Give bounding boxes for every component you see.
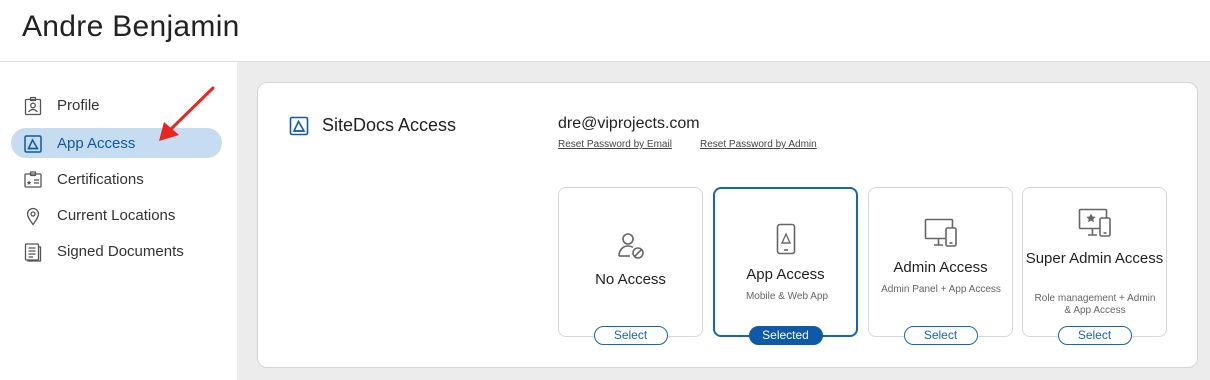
sidebar-item-label: Current Locations [57,207,176,224]
certificate-icon [23,170,43,190]
access-option-admin-access[interactable]: Admin Access Admin Panel + App Access Se… [868,187,1013,345]
access-option-app-access[interactable]: App Access Mobile & Web App Selected [713,187,858,345]
sidebar-item-label: Certifications [57,171,144,188]
select-no-access-button[interactable]: Select [593,326,668,345]
sidebar-item-label: App Access [57,135,136,152]
option-subtitle: Role management + Admin & App Access [1034,293,1156,316]
option-title: Admin Access [893,259,988,276]
main-content: SiteDocs Access dre@viprojects.com Reset… [237,62,1210,380]
sidebar-item-certifications[interactable]: Certifications [11,164,222,194]
section-title: SiteDocs Access [322,115,457,135]
option-title: App Access [746,266,825,283]
sidebar-item-app-access[interactable]: App Access [11,128,222,158]
reset-password-admin-link[interactable]: Reset Password by Admin [700,139,817,150]
desktop-star-icon [1078,208,1112,243]
page-header: Andre Benjamin [0,0,1210,62]
option-subtitle: Mobile & Web App [745,291,829,302]
option-title: No Access [595,271,666,288]
sidebar-item-profile[interactable]: Profile [11,90,222,120]
page-title: Andre Benjamin [22,10,240,43]
select-admin-access-button[interactable]: Select [903,326,978,345]
document-icon [23,242,43,262]
desktop-mobile-icon [924,218,958,253]
user-email: dre@viprojects.com [558,115,700,132]
sitedocs-logo-icon [289,116,309,136]
access-option-no-access[interactable]: No Access Select [558,187,703,345]
option-subtitle: Admin Panel + App Access [881,284,1001,295]
sidebar-item-current-locations[interactable]: Current Locations [11,200,222,230]
sidebar: Profile App Access Certifications Curren… [0,62,237,380]
access-card: SiteDocs Access dre@viprojects.com Reset… [257,82,1198,368]
option-title: Super Admin Access [1025,250,1164,267]
no-access-user-icon [616,232,646,265]
sidebar-item-label: Signed Documents [57,243,184,260]
app-access-icon [23,134,43,154]
location-pin-icon [23,206,43,226]
sidebar-item-label: Profile [57,97,100,114]
select-super-admin-access-button[interactable]: Select [1057,326,1132,345]
selected-app-access-button[interactable]: Selected [748,326,823,345]
sidebar-item-signed-documents[interactable]: Signed Documents [11,236,222,266]
id-badge-icon [23,96,43,116]
access-option-super-admin-access[interactable]: Super Admin Access Role management + Adm… [1022,187,1167,345]
reset-password-email-link[interactable]: Reset Password by Email [558,139,672,150]
mobile-phone-icon [775,223,797,260]
